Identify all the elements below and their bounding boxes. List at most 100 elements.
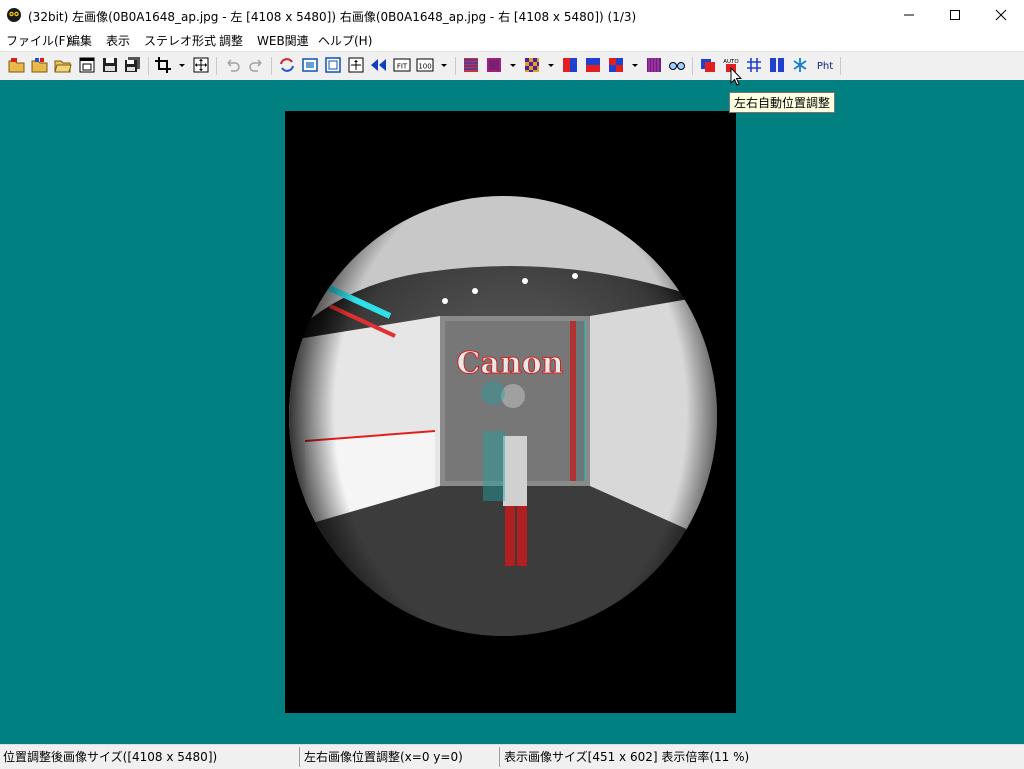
stereo-format-lines-button[interactable] [462,56,480,74]
minimize-icon [904,14,914,16]
snowflake-icon [793,58,807,72]
close-icon [995,9,1007,21]
over-under-button[interactable] [584,56,602,74]
menu-stereo-format[interactable]: ステレオ形式 [144,32,216,49]
maximize-button[interactable] [932,0,978,30]
menu-adjust[interactable]: 調整 [219,32,243,49]
chevron-down-icon [179,64,185,67]
status-divider [299,747,300,767]
snowflake-button[interactable] [791,56,809,74]
redo-icon [249,59,262,72]
checker-icon [525,58,539,72]
auto-label: AUTO [723,59,739,65]
stereo-format-checker-button[interactable] [523,56,541,74]
menu-file[interactable]: ファイル(F) [6,32,70,49]
color-adjust-button[interactable] [699,56,717,74]
undo-icon [227,59,240,72]
menu-web[interactable]: WEB関連 [257,32,309,49]
floppy-icon [103,58,117,72]
undo-button[interactable] [224,56,242,74]
toolbar-separator [455,57,456,75]
toolbar-separator [692,57,693,75]
grid-icon [747,58,761,72]
toolbar-separator [216,57,217,75]
open-folder-button[interactable] [54,56,72,74]
toolbar: FIT 100 AUTO Pht [0,51,1024,81]
chevron-down-icon [632,64,638,67]
redo-button[interactable] [247,56,265,74]
move-icon [193,57,209,73]
fit-window-button[interactable] [301,56,319,74]
crop-icon [155,57,171,73]
status-adjusted-size: 位置調整後画像サイズ([4108 x 5480]) [3,750,218,764]
menu-edit[interactable]: 編集 [68,32,92,49]
anaglyph-dropdown-button[interactable] [509,56,517,74]
open-left-right-button[interactable] [31,56,49,74]
window-title: (32bit) 左画像(0B0A1648_ap.jpg - 左 [4108 x … [28,10,637,24]
column-interlace-icon [647,58,661,72]
split-icon [770,58,784,72]
chevron-down-icon [510,64,516,67]
toolbar-separator [840,57,841,75]
side-by-side-button[interactable] [561,56,579,74]
checker-dropdown-button[interactable] [547,56,555,74]
toolbar-separator [271,57,272,75]
swap-icon [280,58,294,72]
pht-label: Pht [817,61,833,72]
full-view-button[interactable] [324,56,342,74]
image-canvas[interactable]: Canon 左右自動位置調整 [0,80,1024,744]
frame-icon [302,58,318,72]
menu-bar: ファイル(F) 編集 表示 ステレオ形式 調整 WEB関連 ヘルプ(H) [0,30,1024,50]
zoom-100-button[interactable]: 100 [416,56,434,74]
close-button[interactable] [978,0,1024,30]
anaglyph-icon [487,58,501,72]
save-all-button[interactable] [124,56,142,74]
zoom-center-icon [348,57,364,73]
window-icon [79,57,95,73]
stereo-format-purple-button[interactable] [485,56,503,74]
folder-open-icon [8,58,25,73]
floppy-multi-icon [125,57,140,72]
side-by-side-icon [563,58,577,72]
zoom-center-button[interactable] [347,56,365,74]
fit-button[interactable]: FIT [393,56,411,74]
pht-button[interactable]: Pht [814,56,836,74]
quad-icon [609,58,623,72]
toolbar-separator [148,57,149,75]
mouse-cursor-icon [730,66,743,90]
frame-icon [325,57,341,73]
maximize-icon [950,10,960,20]
swap-lr-button[interactable] [278,56,296,74]
status-bar: 位置調整後画像サイズ([4108 x 5480]) 左右画像位置調整(x=0 y… [0,744,1024,769]
zoom-100-label: 100 [418,63,431,71]
move-button[interactable] [192,56,210,74]
quad-dropdown-button[interactable] [631,56,639,74]
fit-label: FIT [397,63,408,71]
title-bar: (32bit) 左画像(0B0A1648_ap.jpg - 左 [4108 x … [0,0,1024,30]
quad-view-button[interactable] [607,56,625,74]
column-interlace-button[interactable] [645,56,663,74]
glasses-icon [669,62,685,70]
save-button[interactable] [101,56,119,74]
menu-view[interactable]: 表示 [106,32,130,49]
folder-icon [54,60,72,73]
app-icon[interactable] [6,7,22,23]
minimize-button[interactable] [886,0,932,30]
over-under-icon [586,58,600,72]
interlace-icon [464,58,478,72]
split-view-button[interactable] [768,56,786,74]
crop-button[interactable] [154,56,172,74]
open-stereo-button[interactable] [8,56,26,74]
stereo-photo[interactable]: Canon [285,111,736,713]
chevron-down-icon [548,64,554,67]
status-lr-offset: 左右画像位置調整(x=0 y=0) [304,750,463,764]
status-divider [499,747,500,767]
crop-dropdown-button[interactable] [178,56,186,74]
rewind-button[interactable] [370,56,388,74]
zoom-dropdown-button[interactable] [440,56,448,74]
chevron-down-icon [441,64,447,67]
menu-help[interactable]: ヘルプ(H) [318,32,372,49]
window-view-button[interactable] [78,56,96,74]
grid-button[interactable] [745,56,763,74]
glasses-button[interactable] [668,56,686,74]
